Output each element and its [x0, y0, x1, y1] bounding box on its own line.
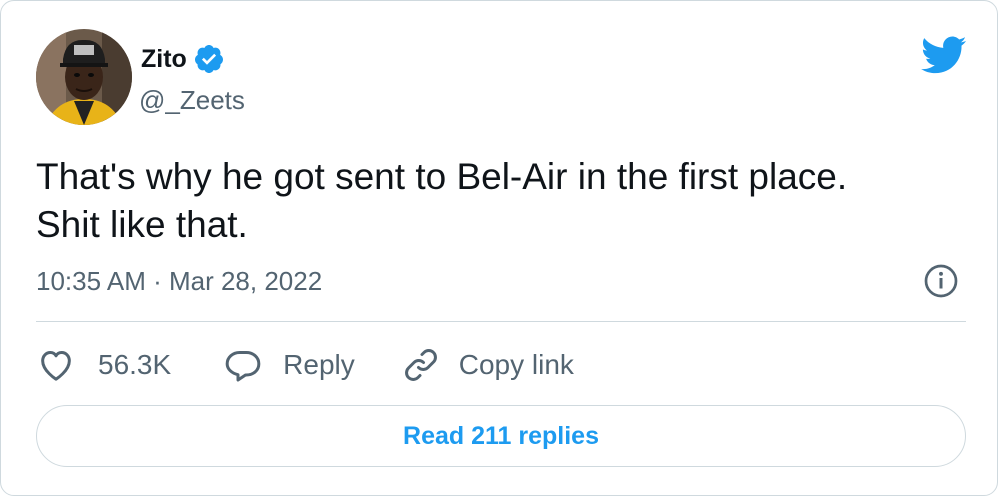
copy-link-button[interactable]: Copy link — [401, 345, 574, 385]
tweet-text-line-2: Shit like that. — [36, 204, 248, 245]
verified-badge-icon — [193, 43, 225, 75]
reply-bubble-icon — [223, 345, 263, 385]
info-icon[interactable] — [923, 263, 959, 299]
author-name[interactable]: Zito — [141, 44, 187, 74]
avatar[interactable] — [36, 29, 132, 125]
tweet-timestamp[interactable]: 10:35 AM · Mar 28, 2022 — [36, 265, 322, 297]
copy-link-label: Copy link — [458, 349, 574, 380]
tweet-text-line-1: That's why he got sent to Bel-Air in the… — [36, 156, 848, 197]
like-count: 56.3K — [98, 349, 172, 380]
reply-button[interactable]: Reply — [223, 345, 401, 385]
read-replies-button[interactable]: Read 211 replies — [36, 405, 966, 467]
tweet-text: That's why he got sent to Bel-Air in the… — [36, 153, 956, 249]
author-name-row[interactable]: Zito — [141, 43, 225, 75]
reply-label: Reply — [283, 349, 355, 380]
divider — [36, 321, 966, 322]
tweet-embed-card: Zito @_Zeets That's why he got sent to B… — [0, 0, 998, 496]
like-button[interactable]: 56.3K — [36, 345, 223, 385]
link-icon — [401, 345, 441, 385]
author-handle[interactable]: @_Zeets — [139, 85, 245, 115]
heart-icon — [36, 345, 76, 385]
tweet-actions: 56.3K Reply Copy link — [36, 343, 574, 387]
twitter-bird-icon[interactable] — [919, 35, 967, 75]
